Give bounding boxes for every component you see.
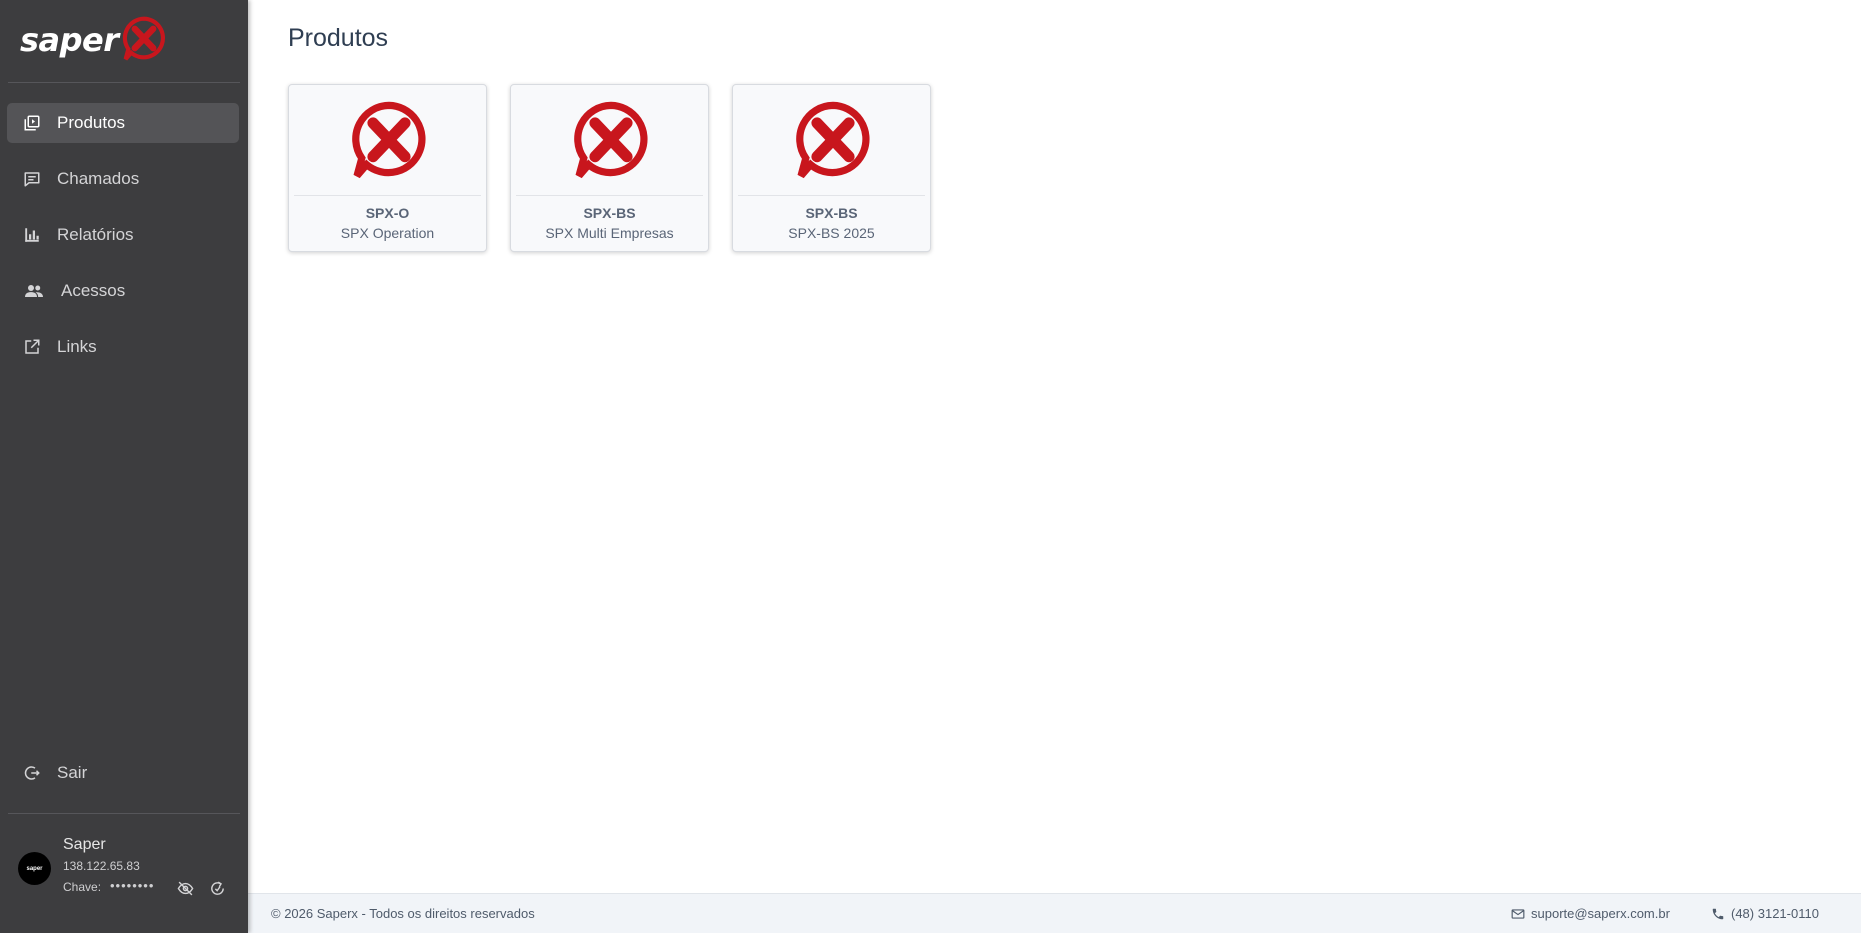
product-name: SPX Operation (340, 225, 435, 241)
sidebar-item-label: Relatórios (57, 225, 134, 244)
mail-icon (1511, 908, 1525, 919)
brand-x-icon (121, 15, 167, 66)
refresh-key-icon[interactable] (208, 879, 226, 897)
sidebar-item-label: Produtos (57, 113, 126, 132)
library-icon (23, 114, 41, 132)
sidebar-item-label: Chamados (57, 169, 140, 188)
card-divider (738, 195, 925, 196)
product-name: SPX Multi Empresas (545, 225, 674, 241)
footer: © 2026 Saperx - Todos os direitos reserv… (248, 893, 1861, 933)
sidebar-item-acessos[interactable]: Acessos (7, 271, 239, 311)
sidebar: saper Produtos Chamados Relatórios Acess… (0, 0, 248, 933)
main-content: Produtos SPX-O SPX Operation SPX-BS SPX … (248, 0, 1861, 893)
product-code: SPX-BS (583, 205, 636, 221)
user-name: Saper (63, 836, 106, 853)
product-card-spx-bs-2025[interactable]: SPX-BS SPX-BS 2025 (732, 84, 931, 252)
product-code: SPX-O (365, 205, 410, 221)
users-icon (23, 282, 45, 300)
user-ip: 138.122.65.83 (63, 859, 140, 873)
saperx-x-icon (352, 101, 426, 179)
sidebar-item-label: Links (57, 337, 97, 356)
saperx-x-icon (796, 101, 870, 179)
product-name: SPX-BS 2025 (788, 225, 875, 241)
card-divider (516, 195, 703, 196)
user-panel: saper Saper 138.122.65.83 Chave: •••••••… (18, 836, 240, 906)
saperx-x-icon (574, 101, 648, 179)
brand-wordmark: saper (20, 21, 119, 59)
phone-icon (1712, 908, 1724, 919)
support-phone-link[interactable]: (48) 3121-0110 (1711, 906, 1819, 921)
support-email-link[interactable]: suporte@saperx.com.br (1511, 906, 1670, 921)
copyright-text: © 2026 Saperx - Todos os direitos reserv… (271, 906, 535, 921)
chat-icon (23, 170, 41, 188)
brand-logo[interactable]: saper (20, 14, 167, 66)
sidebar-item-chamados[interactable]: Chamados (7, 159, 239, 199)
product-code: SPX-BS (805, 205, 858, 221)
sidebar-item-produtos[interactable]: Produtos (7, 103, 239, 143)
product-card-spx-o[interactable]: SPX-O SPX Operation (288, 84, 487, 252)
product-card-spx-bs-multi[interactable]: SPX-BS SPX Multi Empresas (510, 84, 709, 252)
sidebar-divider-top (8, 82, 240, 83)
external-link-icon (23, 338, 41, 356)
sidebar-divider-bottom (8, 813, 240, 814)
logout-button[interactable]: Sair (7, 753, 239, 793)
support-email: suporte@saperx.com.br (1531, 906, 1670, 921)
avatar[interactable]: saper (18, 852, 51, 885)
key-value: •••••••• (110, 878, 155, 893)
logout-icon (23, 764, 41, 782)
sidebar-item-links[interactable]: Links (7, 327, 239, 367)
card-divider (294, 195, 481, 196)
support-phone: (48) 3121-0110 (1731, 906, 1819, 921)
page-title: Produtos (288, 24, 389, 52)
bar-chart-icon (23, 226, 41, 244)
sidebar-item-label: Acessos (61, 281, 126, 300)
app-window: saper Produtos Chamados Relatórios Acess… (0, 0, 1861, 933)
product-list: SPX-O SPX Operation SPX-BS SPX Multi Emp… (288, 84, 954, 252)
logout-label: Sair (57, 763, 88, 782)
sidebar-item-relatorios[interactable]: Relatórios (7, 215, 239, 255)
eye-off-icon[interactable] (176, 879, 194, 897)
key-label: Chave: (63, 880, 102, 894)
